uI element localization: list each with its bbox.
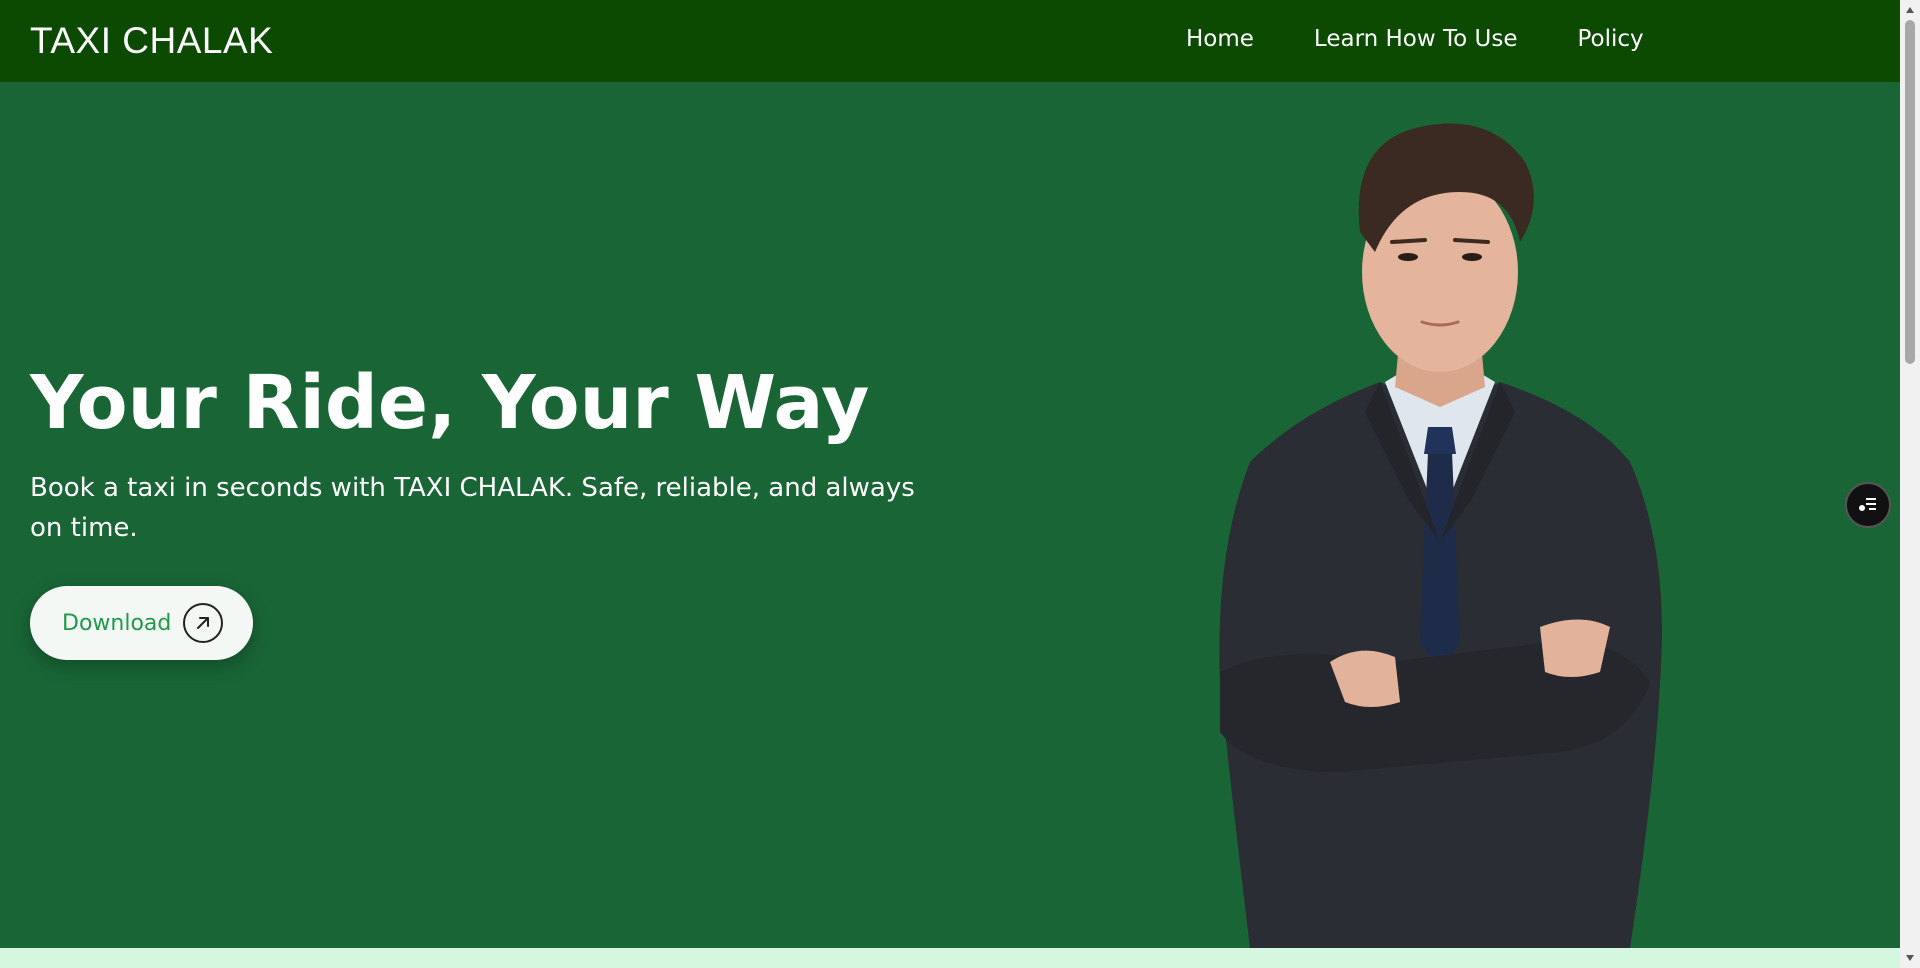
- hero-title: Your Ride, Your Way: [30, 360, 870, 446]
- businessman-image: [1219, 123, 1662, 948]
- nav-link-learn-how-to-use[interactable]: Learn How To Use: [1314, 26, 1518, 52]
- vertical-scrollbar[interactable]: [1900, 0, 1920, 968]
- nav-links: Home Learn How To Use Policy: [1186, 26, 1704, 52]
- brand-logo[interactable]: TAXI CHALAK: [30, 20, 273, 62]
- list-settings-icon: [1857, 493, 1879, 518]
- nav-link-home[interactable]: Home: [1186, 26, 1254, 52]
- download-button-label: Download: [62, 610, 172, 636]
- floating-action-button[interactable]: [1845, 482, 1891, 528]
- chevron-up-icon[interactable]: [1900, 2, 1920, 18]
- hero-section: Your Ride, Your Way Book a taxi in secon…: [0, 82, 1900, 948]
- arrow-up-right-icon: [183, 603, 223, 643]
- top-navbar: TAXI CHALAK Home Learn How To Use Policy: [0, 0, 1900, 82]
- nav-link-policy[interactable]: Policy: [1578, 26, 1644, 52]
- scrollbar-thumb[interactable]: [1905, 20, 1915, 364]
- hero-subtitle: Book a taxi in seconds with TAXI CHALAK.…: [30, 473, 915, 543]
- download-button[interactable]: Download: [30, 586, 253, 660]
- bottom-strip: [0, 948, 1900, 968]
- chevron-down-icon[interactable]: [1900, 950, 1920, 966]
